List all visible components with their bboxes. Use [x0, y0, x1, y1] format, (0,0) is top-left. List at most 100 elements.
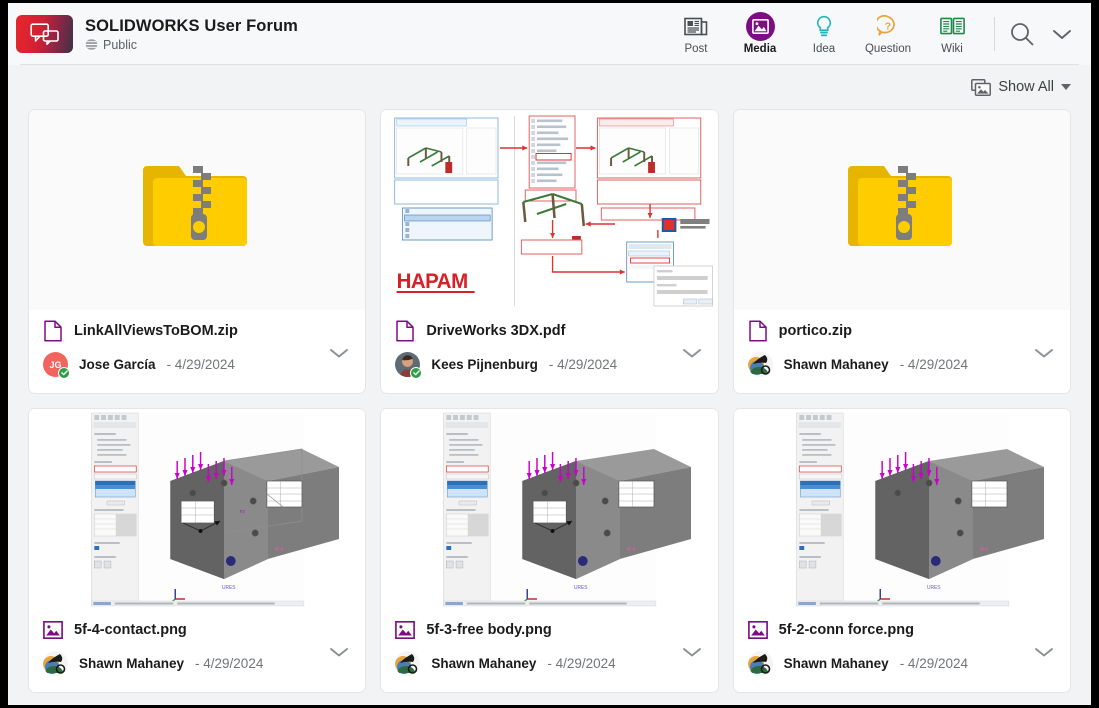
file-row: DriveWorks 3DX.pdf	[395, 320, 703, 342]
speech-bubbles-icon	[16, 15, 73, 53]
nav-item-idea[interactable]: Idea	[792, 13, 856, 55]
avatar[interactable]	[748, 651, 773, 676]
image-file-icon	[43, 619, 63, 641]
newspaper-icon	[684, 13, 708, 39]
nav-item-question[interactable]: ? Question	[856, 13, 920, 55]
media-card[interactable]: 4F4 URES	[733, 408, 1071, 693]
svg-text:4F4: 4F4	[627, 547, 636, 553]
media-grid: LinkAllViewsToBOM.zip JG Jose García - 4…	[8, 109, 1091, 693]
media-card[interactable]: 4F4 URES	[380, 408, 718, 693]
question-bubble-icon: ?	[877, 13, 899, 39]
verified-badge-icon	[58, 367, 70, 379]
svg-text:4F4: 4F4	[275, 547, 284, 553]
nav-item-post[interactable]: Post	[664, 13, 728, 55]
nav-label-media: Media	[744, 43, 777, 55]
file-row: 5f-3-free body.png	[395, 619, 703, 641]
upload-date: - 4/29/2024	[549, 357, 617, 372]
media-card[interactable]: HAPAM DriveWorks 3DX.pdf	[380, 109, 718, 394]
card-meta: DriveWorks 3DX.pdf	[381, 310, 717, 393]
card-menu-chevron-down-icon[interactable]	[329, 346, 349, 364]
media-card[interactable]: portico.zip	[733, 109, 1071, 394]
document-icon	[748, 320, 768, 342]
zip-folder-icon	[137, 156, 257, 264]
image-file-icon	[395, 619, 415, 641]
card-meta: portico.zip	[734, 310, 1070, 393]
avatar[interactable]	[395, 651, 420, 676]
document-icon	[43, 320, 63, 342]
document-icon	[395, 320, 415, 342]
author-row: Kees Pijnenburg - 4/29/2024	[395, 352, 703, 377]
card-menu-chevron-down-icon[interactable]	[682, 645, 702, 663]
card-menu-chevron-down-icon[interactable]	[1034, 645, 1054, 663]
upload-date: - 4/29/2024	[195, 656, 263, 671]
cad-screenshot-thumbnail: 4F4 URES	[734, 409, 1070, 609]
card-thumbnail[interactable]: 4F4 URES	[381, 409, 717, 609]
file-name: 5f-2-conn force.png	[779, 622, 914, 638]
card-thumbnail[interactable]: 4F4 URES	[734, 409, 1070, 609]
author-name[interactable]: Kees Pijnenburg	[431, 357, 538, 372]
media-stack-icon	[971, 79, 991, 96]
avatar[interactable]	[748, 352, 773, 377]
nav-item-media[interactable]: Media	[728, 13, 792, 55]
visibility-label: Public	[103, 38, 137, 52]
media-card[interactable]: 4F4 URES F2	[28, 408, 366, 693]
card-thumbnail[interactable]	[29, 110, 365, 310]
upload-date: - 4/29/2024	[900, 357, 968, 372]
card-menu-chevron-down-icon[interactable]	[1034, 346, 1054, 364]
book-icon	[940, 13, 965, 39]
image-file-icon	[748, 619, 768, 641]
card-menu-chevron-down-icon[interactable]	[329, 645, 349, 663]
workflow-diagram-thumbnail: HAPAM	[381, 110, 717, 310]
verified-badge-icon	[410, 367, 422, 379]
svg-text:URES: URES	[927, 585, 941, 591]
file-row: 5f-2-conn force.png	[748, 619, 1056, 641]
zip-folder-icon	[842, 156, 962, 264]
avatar-photo	[395, 651, 420, 676]
avatar[interactable]	[395, 352, 420, 377]
file-name: LinkAllViewsToBOM.zip	[74, 323, 238, 339]
lightbulb-icon	[815, 13, 833, 39]
avatar-photo	[748, 651, 773, 676]
card-thumbnail[interactable]: HAPAM	[381, 110, 717, 310]
author-name[interactable]: Jose García	[79, 357, 156, 372]
card-meta: LinkAllViewsToBOM.zip JG Jose García - 4…	[29, 310, 365, 393]
card-thumbnail[interactable]	[734, 110, 1070, 310]
svg-text:HAPAM: HAPAM	[397, 270, 468, 293]
author-name[interactable]: Shawn Mahaney	[431, 656, 536, 671]
file-row: portico.zip	[748, 320, 1056, 342]
show-all-label: Show All	[998, 79, 1054, 95]
header-actions	[1009, 21, 1079, 47]
card-menu-chevron-down-icon[interactable]	[682, 346, 702, 364]
author-row: JG Jose García - 4/29/2024	[43, 352, 351, 377]
avatar[interactable]: JG	[43, 352, 68, 377]
author-name[interactable]: Shawn Mahaney	[79, 656, 184, 671]
svg-text:F2: F2	[240, 509, 246, 514]
nav-label-idea: Idea	[813, 43, 835, 55]
search-icon[interactable]	[1009, 21, 1035, 47]
author-name[interactable]: Shawn Mahaney	[784, 656, 889, 671]
card-thumbnail[interactable]: 4F4 URES F2	[29, 409, 365, 609]
file-name: portico.zip	[779, 323, 852, 339]
nav-label-question: Question	[865, 43, 911, 55]
upload-date: - 4/29/2024	[900, 656, 968, 671]
avatar[interactable]	[43, 651, 68, 676]
globe-icon	[85, 38, 98, 51]
upload-date: - 4/29/2024	[547, 656, 615, 671]
svg-text:?: ?	[885, 20, 891, 32]
author-row: Shawn Mahaney - 4/29/2024	[43, 651, 351, 676]
app-header: SOLIDWORKS User Forum Public	[8, 3, 1091, 65]
author-name[interactable]: Shawn Mahaney	[784, 357, 889, 372]
header-nav: Post Media	[664, 13, 1079, 55]
nav-label-wiki: Wiki	[941, 43, 963, 55]
brand: SOLIDWORKS User Forum Public	[16, 15, 298, 53]
caret-down-icon	[1061, 84, 1071, 90]
nav-item-wiki[interactable]: Wiki	[920, 13, 984, 55]
cad-screenshot-thumbnail: 4F4 URES F2	[29, 409, 365, 609]
avatar-photo	[748, 352, 773, 377]
upload-date: - 4/29/2024	[167, 357, 235, 372]
brand-text: SOLIDWORKS User Forum Public	[85, 17, 298, 52]
chevron-down-icon[interactable]	[1051, 27, 1073, 41]
show-all-button[interactable]: Show All	[971, 79, 1071, 96]
media-card[interactable]: LinkAllViewsToBOM.zip JG Jose García - 4…	[28, 109, 366, 394]
author-row: Shawn Mahaney - 4/29/2024	[748, 352, 1056, 377]
